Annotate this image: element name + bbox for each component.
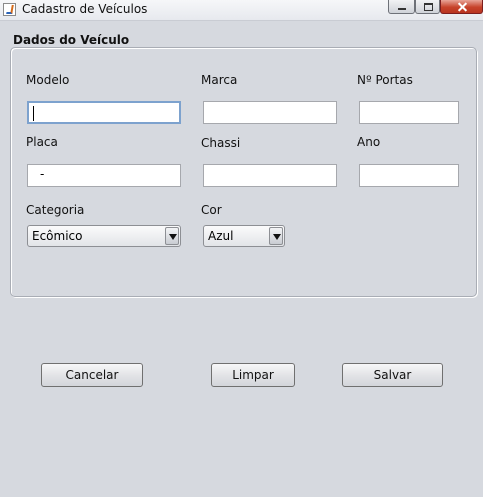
marca-label: Marca [201, 73, 238, 87]
cor-label: Cor [201, 203, 222, 217]
chevron-down-icon[interactable] [165, 227, 179, 245]
cor-select[interactable]: Azul [203, 225, 285, 247]
chassi-input[interactable] [203, 164, 337, 187]
categoria-select[interactable]: Ecômico [27, 225, 181, 247]
cancel-button[interactable]: Cancelar [41, 363, 143, 387]
title-bar[interactable]: Cadastro de Veículos [0, 0, 483, 21]
chevron-down-icon[interactable] [269, 227, 283, 245]
modelo-input[interactable] [27, 101, 181, 124]
text-caret [33, 106, 34, 121]
portas-input[interactable] [359, 101, 459, 124]
categoria-selected-value: Ecômico [32, 229, 83, 243]
categoria-label: Categoria [26, 203, 85, 217]
minimize-button[interactable] [388, 0, 415, 14]
vehicle-data-group-title: Dados do Veículo [13, 33, 130, 47]
close-button[interactable] [440, 0, 483, 14]
placa-value: - [40, 167, 45, 181]
cor-selected-value: Azul [208, 229, 234, 243]
marca-input[interactable] [203, 101, 337, 124]
ano-label: Ano [357, 135, 381, 149]
java-app-icon [3, 3, 16, 16]
window-title: Cadastro de Veículos [22, 2, 148, 16]
maximize-button[interactable] [415, 0, 440, 14]
clear-button[interactable]: Limpar [211, 363, 295, 387]
ano-input[interactable] [359, 164, 459, 187]
save-button[interactable]: Salvar [342, 363, 443, 387]
modelo-label: Modelo [26, 73, 70, 87]
placa-input[interactable]: - [27, 164, 181, 187]
placa-label: Placa [26, 135, 58, 149]
chassi-label: Chassi [201, 136, 241, 150]
portas-label: Nº Portas [357, 73, 413, 87]
